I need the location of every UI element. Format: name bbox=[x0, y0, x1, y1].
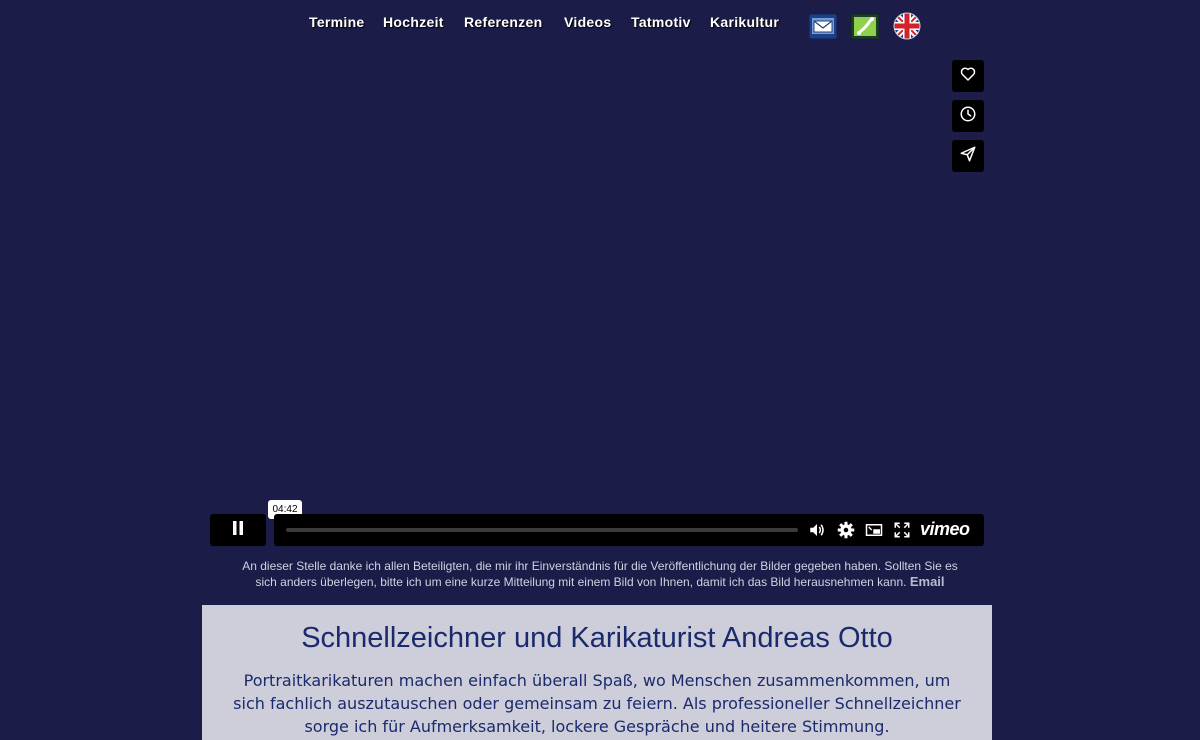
vimeo-logo[interactable]: vimeo bbox=[920, 519, 970, 540]
disclaimer-note: An dieser Stelle danke ich allen Beteili… bbox=[230, 558, 970, 590]
disclaimer-text: An dieser Stelle danke ich allen Beteili… bbox=[242, 559, 958, 589]
phone-icon[interactable] bbox=[850, 11, 880, 41]
page-title: Schnellzeichner und Karikaturist Andreas… bbox=[301, 622, 893, 654]
pause-icon bbox=[231, 520, 245, 541]
nav-link-termine[interactable]: Termine bbox=[309, 14, 365, 30]
heart-icon bbox=[959, 65, 977, 88]
nav-link-videos[interactable]: Videos bbox=[564, 14, 611, 30]
share-button[interactable] bbox=[952, 140, 984, 172]
intro-paragraph: Portraitkarikaturen machen einfach übera… bbox=[233, 671, 961, 736]
send-icon bbox=[959, 145, 977, 168]
settings-icon[interactable] bbox=[837, 521, 855, 539]
nav-link-hochzeit[interactable]: Hochzeit bbox=[383, 14, 444, 30]
like-button[interactable] bbox=[952, 60, 984, 92]
player-controls: vimeo bbox=[274, 514, 984, 546]
volume-icon[interactable] bbox=[808, 521, 826, 539]
nav-link-tatmotiv[interactable]: Tatmotiv bbox=[631, 14, 691, 30]
top-navigation: Termine Hochzeit Referenzen Videos Tatmo… bbox=[0, 0, 1200, 50]
email-link[interactable]: Email bbox=[910, 574, 945, 589]
nav-link-referenzen[interactable]: Referenzen bbox=[464, 14, 542, 30]
mail-icon[interactable] bbox=[808, 11, 838, 41]
watch-later-button[interactable] bbox=[952, 100, 984, 132]
nav-link-karikultur[interactable]: Karikultur bbox=[710, 14, 779, 30]
clock-icon bbox=[959, 105, 977, 128]
fullscreen-icon[interactable] bbox=[893, 521, 911, 539]
pip-icon[interactable] bbox=[865, 521, 883, 539]
progress-bar[interactable] bbox=[286, 528, 798, 532]
intro-section: Schnellzeichner und Karikaturist Andreas… bbox=[202, 605, 992, 740]
uk-flag-icon[interactable] bbox=[892, 11, 922, 41]
pause-button[interactable] bbox=[210, 514, 266, 546]
